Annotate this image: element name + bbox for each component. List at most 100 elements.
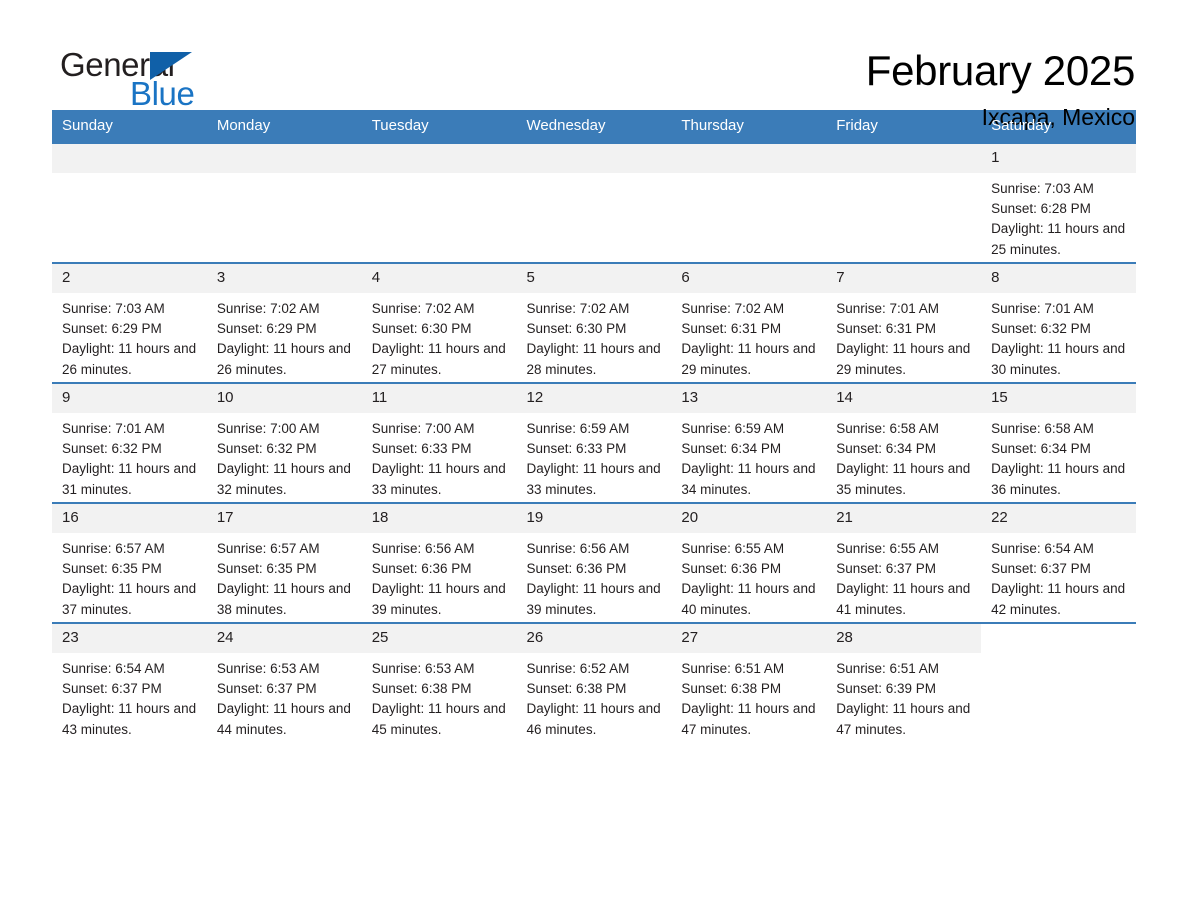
day-details: Sunrise: 6:57 AM Sunset: 6:35 PM Daylight:… [52, 533, 207, 620]
sunset-text: Sunset: 6:35 PM [216, 561, 317, 577]
day-number: 14 [826, 384, 982, 413]
daylight-text: Daylight: 11 hours and 32 minutes. [216, 461, 351, 497]
calendar-day-cell[interactable]: 14 Sunrise: 6:58 AM Sunset: 6:34 PM Dayligh… [826, 382, 982, 503]
day-number: 23 [52, 624, 207, 653]
calendar-day-cell[interactable]: 16 Sunrise: 6:57 AM Sunset: 6:35 PM Dayligh… [52, 502, 207, 623]
day-number [206, 144, 362, 173]
daylight-text: Daylight: 11 hours and 38 minutes. [216, 581, 351, 617]
day-details: Sunrise: 7:00 AM Sunset: 6:32 PM Daylight:… [207, 413, 362, 500]
calendar-day-cell[interactable]: 2 Sunrise: 7:03 AM Sunset: 6:29 PM Daylight… [52, 262, 207, 383]
sunrise-text: Sunrise: 7:00 AM [371, 421, 475, 436]
sunrise-text: Sunrise: 7:01 AM [991, 301, 1094, 316]
sunset-text: Sunset: 6:30 PM [526, 321, 627, 337]
calendar-week-row: 9 Sunrise: 7:01 AM Sunset: 6:32 PM Daylight… [52, 382, 1136, 503]
day-details: Sunrise: 6:58 AM Sunset: 6:34 PM Daylight:… [981, 413, 1136, 500]
daylight-text: Daylight: 11 hours and 33 minutes. [371, 461, 506, 497]
day-number: 1 [981, 144, 1136, 173]
calendar-day-cell[interactable]: 28 Sunrise: 6:51 AM Sunset: 6:39 PM Dayligh… [826, 622, 982, 742]
calendar-day-cell[interactable]: 10 Sunrise: 7:00 AM Sunset: 6:32 PM Dayligh… [206, 382, 362, 503]
day-details: Sunrise: 6:54 AM Sunset: 6:37 PM Daylight:… [981, 533, 1136, 620]
day-number: 11 [361, 384, 517, 413]
calendar-week-row: 1 Sunrise: 7:03 AM Sunset: 6:28 PM Daylight… [52, 142, 1136, 263]
calendar-day-cell[interactable]: 8 Sunrise: 7:01 AM Sunset: 6:32 PM Daylight… [981, 262, 1136, 383]
calendar-day-cell[interactable]: 26 Sunrise: 6:52 AM Sunset: 6:38 PM Dayligh… [516, 622, 672, 742]
sunrise-text: Sunrise: 6:52 AM [526, 661, 630, 676]
sunrise-text: Sunrise: 7:02 AM [216, 301, 320, 316]
day-number: 13 [671, 384, 827, 413]
calendar-cell-empty [671, 142, 827, 263]
day-number: 19 [516, 504, 672, 533]
calendar-day-cell[interactable]: 27 Sunrise: 6:51 AM Sunset: 6:38 PM Dayligh… [671, 622, 827, 742]
day-number: 4 [361, 264, 517, 293]
daylight-text: Daylight: 11 hours and 44 minutes. [216, 701, 351, 737]
sunset-text: Sunset: 6:36 PM [371, 561, 472, 577]
sunrise-text: Sunrise: 6:57 AM [62, 541, 165, 556]
daylight-text: Daylight: 11 hours and 27 minutes. [371, 341, 506, 377]
daylight-text: Daylight: 11 hours and 28 minutes. [526, 341, 661, 377]
sunset-text: Sunset: 6:35 PM [62, 561, 162, 577]
sunrise-text: Sunrise: 6:54 AM [62, 661, 165, 676]
calendar-day-cell[interactable]: 6 Sunrise: 7:02 AM Sunset: 6:31 PM Daylight… [671, 262, 827, 383]
daylight-text: Daylight: 11 hours and 47 minutes. [836, 701, 971, 737]
sunrise-text: Sunrise: 6:53 AM [371, 661, 475, 676]
sunrise-text: Sunrise: 6:56 AM [371, 541, 475, 556]
calendar-day-cell[interactable]: 11 Sunrise: 7:00 AM Sunset: 6:33 PM Dayligh… [361, 382, 517, 503]
sunset-text: Sunset: 6:34 PM [681, 441, 782, 457]
day-number: 25 [361, 624, 517, 653]
day-details: Sunrise: 6:53 AM Sunset: 6:38 PM Daylight:… [362, 653, 517, 740]
day-details: Sunrise: 6:52 AM Sunset: 6:38 PM Daylight:… [517, 653, 672, 740]
sunset-text: Sunset: 6:38 PM [681, 681, 782, 697]
calendar-day-cell[interactable]: 17 Sunrise: 6:57 AM Sunset: 6:35 PM Dayligh… [206, 502, 362, 623]
sunset-text: Sunset: 6:28 PM [991, 201, 1091, 217]
daylight-text: Daylight: 11 hours and 46 minutes. [526, 701, 661, 737]
sunrise-text: Sunrise: 6:55 AM [681, 541, 785, 556]
calendar-day-cell[interactable]: 25 Sunrise: 6:53 AM Sunset: 6:38 PM Dayligh… [361, 622, 517, 742]
calendar-day-cell[interactable]: 4 Sunrise: 7:02 AM Sunset: 6:30 PM Daylight… [361, 262, 517, 383]
sunrise-text: Sunrise: 6:51 AM [681, 661, 785, 676]
sunset-text: Sunset: 6:38 PM [526, 681, 627, 697]
daylight-text: Daylight: 11 hours and 35 minutes. [836, 461, 971, 497]
calendar-day-cell[interactable]: 24 Sunrise: 6:53 AM Sunset: 6:37 PM Dayligh… [206, 622, 362, 742]
daylight-text: Daylight: 11 hours and 39 minutes. [526, 581, 661, 617]
daylight-text: Daylight: 11 hours and 42 minutes. [991, 581, 1126, 617]
day-details: Sunrise: 7:03 AM Sunset: 6:28 PM Daylight:… [981, 173, 1136, 260]
sunrise-text: Sunrise: 6:55 AM [836, 541, 940, 556]
day-details: Sunrise: 6:51 AM Sunset: 6:39 PM Daylight:… [826, 653, 981, 740]
calendar-day-cell[interactable]: 9 Sunrise: 7:01 AM Sunset: 6:32 PM Daylight… [52, 382, 207, 503]
day-details: Sunrise: 6:55 AM Sunset: 6:36 PM Daylight:… [671, 533, 826, 620]
calendar-week-row: 2 Sunrise: 7:03 AM Sunset: 6:29 PM Daylight… [52, 262, 1136, 383]
calendar-day-cell[interactable]: 15 Sunrise: 6:58 AM Sunset: 6:34 PM Dayligh… [981, 382, 1136, 503]
logo-text-blue: Blue [130, 75, 195, 112]
day-number [361, 144, 517, 173]
daylight-text: Daylight: 11 hours and 43 minutes. [62, 701, 197, 737]
day-number [981, 624, 1136, 653]
sunset-text: Sunset: 6:37 PM [991, 561, 1091, 577]
day-number: 26 [516, 624, 672, 653]
calendar-day-cell[interactable]: 7 Sunrise: 7:01 AM Sunset: 6:31 PM Daylight… [826, 262, 982, 383]
sunrise-text: Sunrise: 6:53 AM [216, 661, 320, 676]
sunrise-text: Sunrise: 6:56 AM [526, 541, 630, 556]
calendar-day-cell[interactable]: 22 Sunrise: 6:54 AM Sunset: 6:37 PM Dayligh… [981, 502, 1136, 623]
generalblue-logo[interactable]: General Blue [52, 46, 252, 116]
calendar-day-cell[interactable]: 1 Sunrise: 7:03 AM Sunset: 6:28 PM Daylight… [981, 142, 1136, 263]
calendar-day-cell[interactable]: 19 Sunrise: 6:56 AM Sunset: 6:36 PM Dayligh… [516, 502, 672, 623]
daylight-text: Daylight: 11 hours and 45 minutes. [371, 701, 506, 737]
calendar-day-cell[interactable]: 23 Sunrise: 6:54 AM Sunset: 6:37 PM Dayligh… [52, 622, 207, 742]
day-details: Sunrise: 6:58 AM Sunset: 6:34 PM Daylight:… [826, 413, 981, 500]
calendar-cell-empty [516, 142, 672, 263]
sunrise-text: Sunrise: 7:00 AM [216, 421, 320, 436]
calendar-day-cell[interactable]: 20 Sunrise: 6:55 AM Sunset: 6:36 PM Dayligh… [671, 502, 827, 623]
calendar-cell-empty [361, 142, 517, 263]
daylight-text: Daylight: 11 hours and 33 minutes. [526, 461, 661, 497]
sunset-text: Sunset: 6:29 PM [62, 321, 162, 337]
calendar-day-cell[interactable]: 5 Sunrise: 7:02 AM Sunset: 6:30 PM Daylight… [516, 262, 672, 383]
calendar-day-cell[interactable]: 21 Sunrise: 6:55 AM Sunset: 6:37 PM Dayligh… [826, 502, 982, 623]
calendar-day-cell[interactable]: 3 Sunrise: 7:02 AM Sunset: 6:29 PM Daylight… [206, 262, 362, 383]
sunrise-text: Sunrise: 6:57 AM [216, 541, 320, 556]
calendar-day-cell[interactable]: 12 Sunrise: 6:59 AM Sunset: 6:33 PM Dayligh… [516, 382, 672, 503]
calendar-body: 1 Sunrise: 7:03 AM Sunset: 6:28 PM Daylight… [52, 142, 1136, 742]
calendar-day-cell[interactable]: 18 Sunrise: 6:56 AM Sunset: 6:36 PM Dayligh… [361, 502, 517, 623]
calendar-day-cell[interactable]: 13 Sunrise: 6:59 AM Sunset: 6:34 PM Dayligh… [671, 382, 827, 503]
day-number: 21 [826, 504, 982, 533]
day-details: Sunrise: 6:56 AM Sunset: 6:36 PM Daylight:… [517, 533, 672, 620]
